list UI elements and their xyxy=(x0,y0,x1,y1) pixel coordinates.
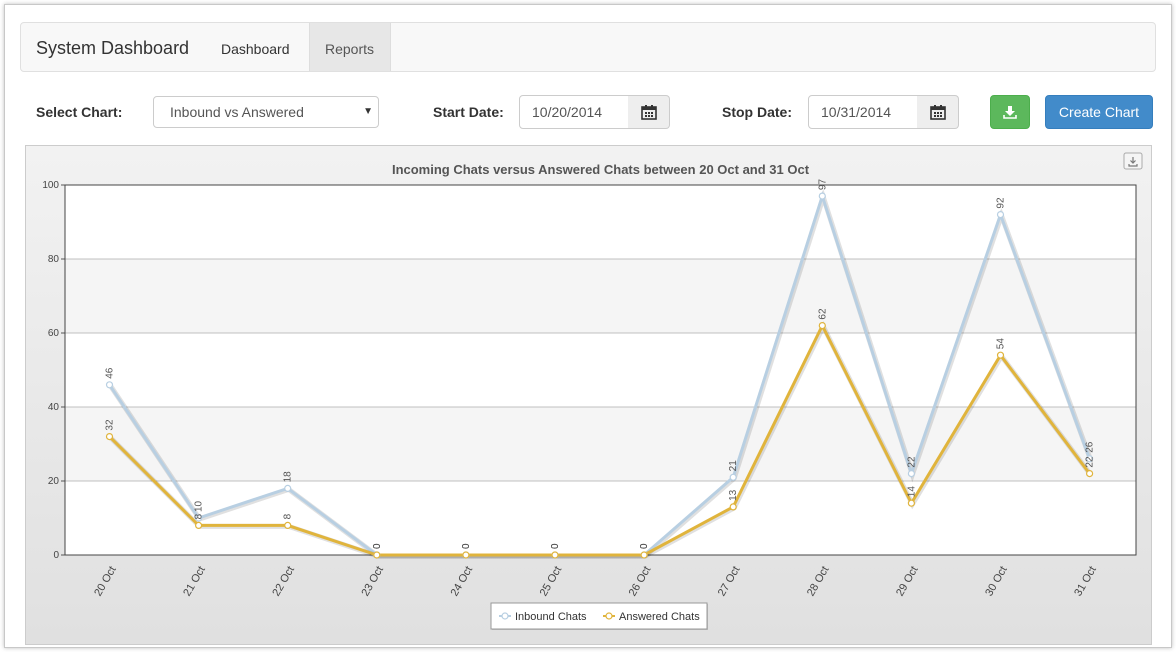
start-date-input[interactable]: 10/20/2014 xyxy=(519,95,629,129)
data-label: 22 xyxy=(906,456,917,468)
chart-select[interactable]: Inbound vs Answered ▼ xyxy=(153,96,379,128)
data-point xyxy=(551,551,559,559)
line-chart: Incoming Chats versus Answered Chats bet… xyxy=(42,152,1143,630)
y-tick-label: 0 xyxy=(53,550,59,561)
plot-band xyxy=(65,407,1136,481)
x-tick-label: 28 Oct xyxy=(805,564,832,598)
chart-title: Incoming Chats versus Answered Chats bet… xyxy=(392,162,810,177)
data-point xyxy=(1085,470,1094,478)
nav-dashboard[interactable]: Dashboard xyxy=(206,23,305,71)
data-point xyxy=(818,192,826,200)
data-label: 0 xyxy=(550,543,561,549)
start-date-label: Start Date: xyxy=(433,104,504,120)
legend-item-label: Inbound Chats xyxy=(515,611,587,623)
nav-reports[interactable]: Reports xyxy=(309,23,391,71)
data-label: 97 xyxy=(817,179,828,191)
data-label: 18 xyxy=(283,471,294,483)
data-label: 22 xyxy=(1085,456,1096,468)
create-chart-button[interactable]: Create Chart xyxy=(1045,95,1153,129)
data-label: 26 xyxy=(1085,441,1096,453)
stop-date-input[interactable]: 10/31/2014 xyxy=(808,95,918,129)
data-label: 32 xyxy=(105,419,116,431)
data-label: 46 xyxy=(105,367,116,379)
data-label: 13 xyxy=(728,489,739,501)
x-tick-label: 25 Oct xyxy=(538,564,565,598)
x-tick-label: 23 Oct xyxy=(359,564,386,598)
y-tick-label: 60 xyxy=(48,328,60,339)
data-point xyxy=(818,322,826,330)
plot-band xyxy=(65,481,1136,555)
legend-item-label: Answered Chats xyxy=(619,611,700,623)
x-tick-label: 29 Oct xyxy=(894,564,921,598)
y-tick-label: 20 xyxy=(48,476,60,487)
data-point xyxy=(996,210,1005,219)
download-icon xyxy=(1003,106,1017,119)
y-tick-label: 40 xyxy=(48,402,60,413)
data-label: 0 xyxy=(461,543,472,549)
stop-date-calendar-button[interactable] xyxy=(917,95,959,129)
data-label: 21 xyxy=(728,460,739,472)
data-label: 8 xyxy=(283,513,294,519)
navbar: System Dashboard Dashboard Reports xyxy=(20,22,1156,72)
start-date-calendar-button[interactable] xyxy=(628,95,670,129)
data-label: 14 xyxy=(906,486,917,498)
brand-title[interactable]: System Dashboard xyxy=(36,38,189,59)
plot-band xyxy=(65,185,1136,259)
data-point xyxy=(373,551,381,559)
data-label: 0 xyxy=(639,543,650,549)
data-point xyxy=(284,484,292,492)
data-point xyxy=(640,551,648,559)
x-tick-label: 27 Oct xyxy=(716,564,743,598)
chart-container: Incoming Chats versus Answered Chats bet… xyxy=(25,145,1152,645)
x-tick-label: 21 Oct xyxy=(181,564,208,598)
x-tick-label: 31 Oct xyxy=(1072,564,1099,598)
legend-marker xyxy=(605,612,613,620)
y-tick-label: 100 xyxy=(42,180,59,191)
calendar-icon xyxy=(929,105,946,120)
data-point xyxy=(284,521,292,529)
export-menu-icon[interactable] xyxy=(1123,152,1143,170)
data-point xyxy=(729,473,737,481)
x-tick-label: 24 Oct xyxy=(449,564,476,598)
data-label: 54 xyxy=(996,338,1007,350)
x-tick-label: 30 Oct xyxy=(983,564,1010,598)
x-tick-label: 26 Oct xyxy=(627,564,654,598)
data-point xyxy=(907,470,916,478)
data-point xyxy=(729,503,737,511)
data-label: 62 xyxy=(817,308,828,320)
data-point xyxy=(996,351,1005,359)
x-tick-label: 22 Oct xyxy=(270,564,297,598)
stop-date-label: Stop Date: xyxy=(722,104,792,120)
data-point xyxy=(462,551,470,559)
calendar-icon xyxy=(640,105,657,120)
data-label: 0 xyxy=(372,543,383,549)
legend-marker xyxy=(501,612,509,620)
select-caret-icon: ▼ xyxy=(363,106,373,117)
data-point xyxy=(105,433,114,441)
select-chart-label: Select Chart: xyxy=(36,104,123,120)
chart-legend: Inbound Chats Answered Chats xyxy=(490,602,708,630)
data-label: 92 xyxy=(996,197,1007,209)
y-tick-label: 80 xyxy=(48,254,60,265)
data-point xyxy=(907,499,916,507)
chart-select-value: Inbound vs Answered xyxy=(170,104,304,120)
data-point xyxy=(105,381,114,389)
download-button[interactable] xyxy=(990,95,1030,129)
data-label: 10 xyxy=(194,500,205,512)
x-tick-label: 20 Oct xyxy=(92,564,119,598)
data-label: 8 xyxy=(194,513,205,519)
data-point xyxy=(195,521,203,529)
